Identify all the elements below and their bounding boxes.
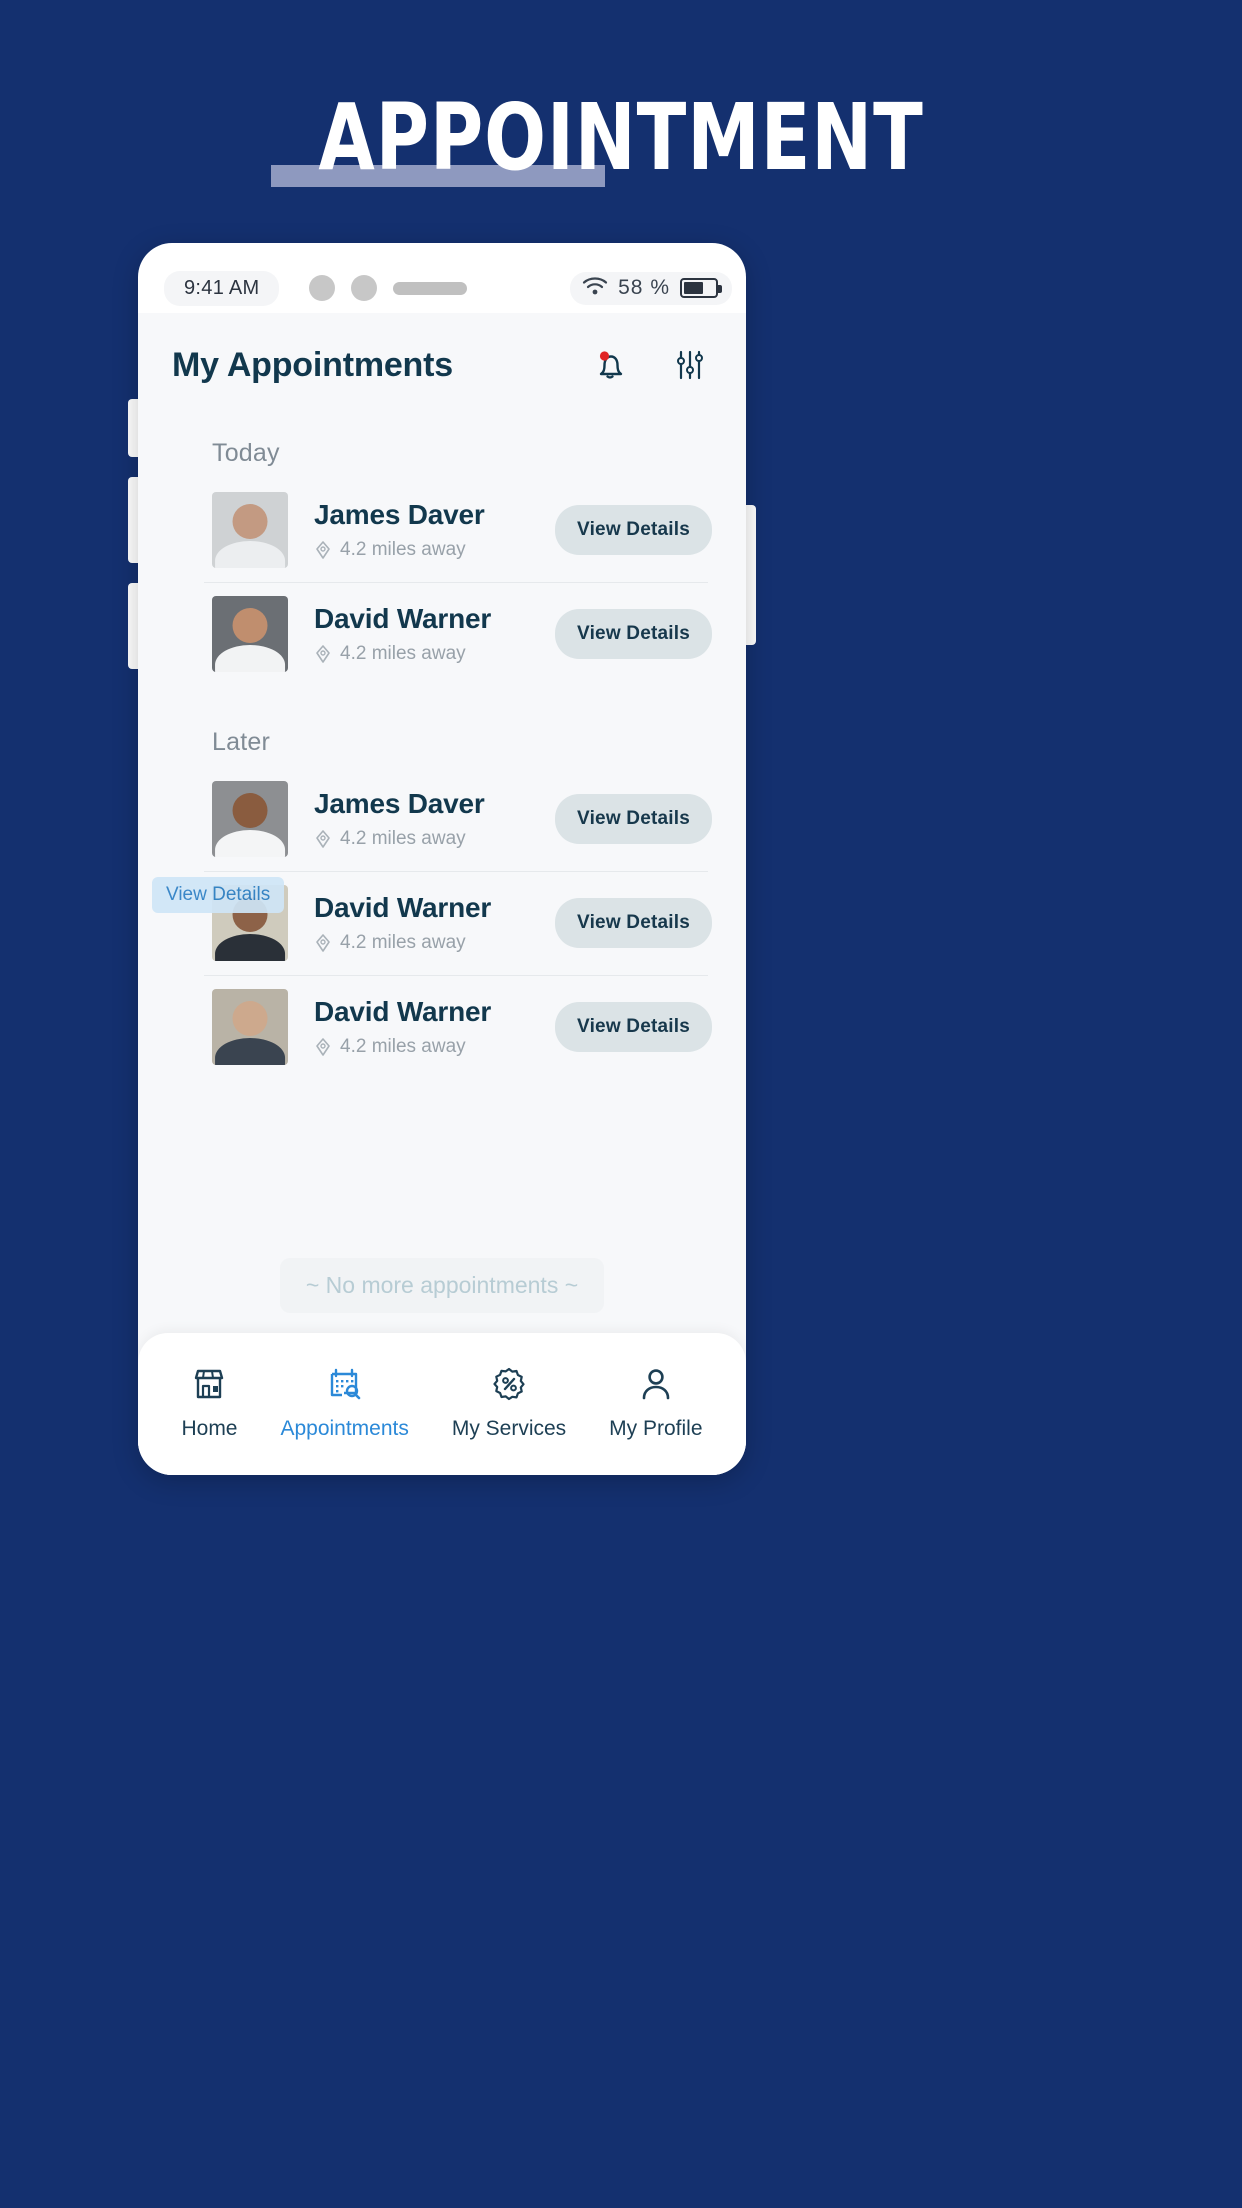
percent-badge-icon (493, 1367, 525, 1401)
distance-label: 4.2 miles away (340, 643, 466, 664)
appointment-row[interactable]: David Warner 4.2 miles away View Details (138, 582, 746, 686)
status-indicators: 58 % (570, 271, 732, 305)
distance-label: 4.2 miles away (340, 1036, 466, 1057)
nav-item-my-services[interactable]: My Services (452, 1363, 566, 1441)
appointment-row[interactable]: James Daver 4.2 miles away View Details (138, 767, 746, 871)
status-notch-area (309, 275, 570, 301)
store-icon (195, 1369, 224, 1399)
avatar (212, 781, 288, 857)
filter-button[interactable] (668, 343, 712, 387)
distance-label: 4.2 miles away (340, 828, 466, 849)
view-details-button[interactable]: View Details (555, 505, 712, 555)
phone-frame: 9:41 AM 58 % My Appointments Today James… (138, 243, 746, 1475)
appointment-row[interactable]: David Warner 4.2 miles away View Details (138, 975, 746, 1079)
end-of-list-area: ~ No more appointments ~ (138, 1258, 746, 1333)
location-pin-icon (316, 645, 330, 663)
appointment-distance: 4.2 miles away (314, 932, 491, 954)
appointment-distance: 4.2 miles away (314, 1036, 491, 1058)
notifications-button[interactable] (588, 343, 632, 387)
status-time: 9:41 AM (164, 270, 280, 306)
appointment-info: David Warner 4.2 miles away (314, 603, 491, 665)
nav-label: Home (181, 1417, 238, 1440)
appointment-name: David Warner (314, 996, 492, 1027)
distance-label: 4.2 miles away (340, 539, 466, 560)
appointment-distance: 4.2 miles away (314, 539, 485, 561)
sliders-icon (677, 350, 703, 380)
header-actions (588, 343, 712, 387)
group-label-later: Later (212, 728, 270, 756)
sensor-dot-icon (351, 275, 378, 301)
distance-label: 4.2 miles away (340, 932, 466, 953)
nav-item-home[interactable]: Home (181, 1363, 238, 1441)
appointment-row[interactable]: James Daver 4.2 miles away View Details (138, 478, 746, 582)
location-pin-icon (316, 830, 330, 848)
bell-icon (599, 351, 623, 379)
nav-label: My Profile (609, 1417, 703, 1440)
appointment-distance: 4.2 miles away (314, 828, 485, 850)
nav-item-appointments[interactable]: Appointments (280, 1363, 409, 1441)
view-details-button[interactable]: View Details (555, 794, 712, 844)
avatar (212, 492, 288, 568)
nav-label: Appointments (280, 1417, 409, 1440)
wifi-icon (582, 276, 608, 301)
avatar (212, 989, 288, 1065)
page-root: APPOINTMENT 9:41 AM 58 % My Appointments… (0, 0, 1242, 2208)
speaker-bar-icon (393, 281, 468, 295)
appointment-name: David Warner (314, 603, 492, 634)
battery-percent-label: 58 % (618, 276, 670, 299)
location-pin-icon (316, 541, 330, 559)
view-details-tooltip: View Details (152, 877, 285, 913)
location-pin-icon (316, 1038, 330, 1056)
end-of-list-message: ~ No more appointments ~ (279, 1258, 605, 1313)
app-screen: My Appointments Today James Daver 4.2 mi… (138, 313, 746, 1475)
calendar-search-icon (330, 1368, 360, 1400)
camera-dot-icon (309, 275, 336, 301)
battery-icon (680, 278, 722, 298)
view-details-button[interactable]: View Details (555, 1002, 712, 1052)
user-icon (642, 1369, 670, 1400)
status-bar: 9:41 AM 58 % (138, 263, 746, 313)
view-details-button[interactable]: View Details (555, 898, 712, 948)
page-title: My Appointments (172, 345, 453, 384)
location-pin-icon (316, 934, 330, 952)
appointment-info: James Daver 4.2 miles away (314, 499, 485, 561)
appointment-info: James Daver 4.2 miles away (314, 788, 485, 850)
hero-title: APPOINTMENT (318, 84, 924, 191)
appointments-list: Today James Daver 4.2 miles away View De… (138, 397, 746, 1258)
hero-banner: APPOINTMENT (0, 88, 1242, 188)
group-label-today: Today (212, 439, 280, 467)
appointment-info: David Warner 4.2 miles away (314, 996, 491, 1058)
appointment-name: James Daver (314, 788, 485, 819)
nav-item-my-profile[interactable]: My Profile (609, 1363, 703, 1441)
appointment-distance: 4.2 miles away (314, 643, 491, 665)
appointment-row[interactable]: View Details David Warner 4.2 miles away (138, 871, 746, 975)
bottom-navigation: Home Appointments My Services My Profile (138, 1333, 746, 1475)
nav-label: My Services (451, 1417, 567, 1440)
view-details-button[interactable]: View Details (555, 609, 712, 659)
appointment-info: David Warner 4.2 miles away (314, 892, 491, 954)
avatar (212, 596, 288, 672)
app-header: My Appointments (138, 313, 746, 397)
appointment-name: David Warner (314, 892, 492, 923)
appointment-name: James Daver (314, 499, 485, 530)
